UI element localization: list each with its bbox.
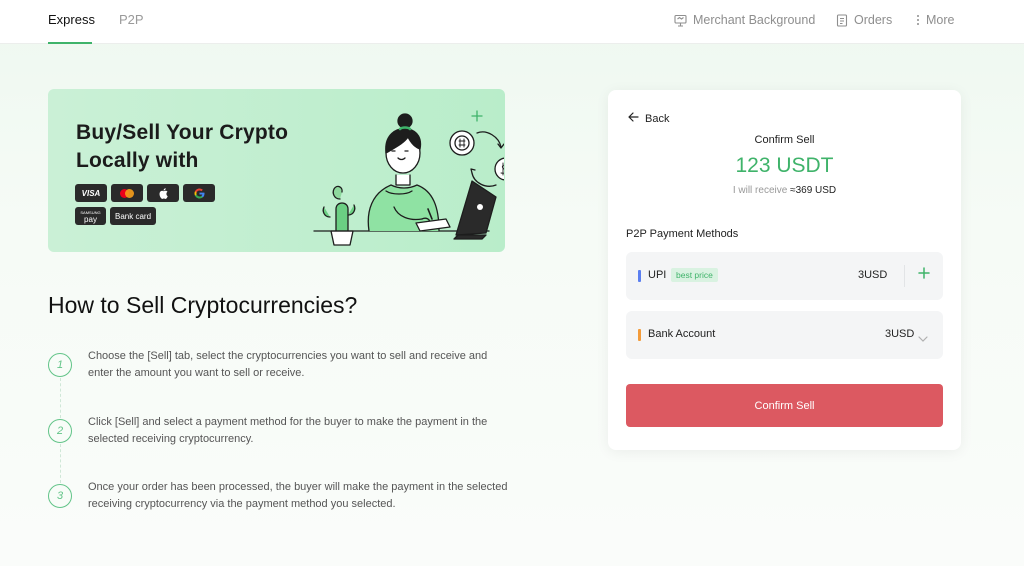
step-number: 1	[48, 353, 72, 377]
step-connector	[60, 444, 61, 483]
step-connector	[60, 378, 61, 418]
method-price: 3USD	[858, 269, 888, 281]
back-label: Back	[645, 112, 670, 125]
mastercard-icon	[111, 184, 143, 202]
sell-amount: 123 USDT	[735, 154, 834, 177]
method-price: 3USD	[885, 328, 915, 340]
merchant-background-link[interactable]: Merchant Background	[674, 0, 815, 40]
receive-prefix: I will receive	[732, 185, 788, 196]
back-button[interactable]: Back	[628, 112, 669, 125]
orders-label: Orders	[854, 13, 893, 27]
apple-icon	[147, 184, 179, 202]
best-price-badge: best price	[671, 268, 718, 282]
plus-icon	[918, 266, 930, 283]
promo-banner: Buy/Sell Your Crypto Locally with VISA S…	[48, 89, 505, 252]
orders-link[interactable]: Orders	[836, 0, 892, 40]
tab-express[interactable]: Express	[48, 0, 95, 44]
method-color-bar	[638, 270, 641, 282]
payment-method-bank-account[interactable]: Bank Account 3USD	[626, 311, 943, 359]
person-with-laptop-illustration	[313, 110, 504, 246]
howto-title: How to Sell Cryptocurrencies?	[48, 292, 358, 318]
vertical-dots-icon	[916, 14, 920, 26]
method-name: Bank Account	[648, 328, 716, 340]
bank-card-badge: Bank card	[110, 207, 157, 225]
divider	[904, 265, 905, 287]
confirm-sell-heading: Confirm Sell	[754, 134, 815, 146]
arrow-left-icon	[628, 112, 639, 125]
visa-badge: VISA	[75, 184, 107, 202]
top-nav: Express P2P Merchant Background Orders M…	[0, 0, 1024, 44]
google-icon	[183, 184, 215, 202]
step-number: 2	[48, 419, 72, 443]
step-text: Once your order has been processed, the …	[88, 481, 508, 510]
merchant-background-label: Merchant Background	[693, 13, 816, 27]
more-label: More	[926, 13, 955, 27]
payment-method-upi[interactable]: UPI best price 3USD	[626, 252, 943, 300]
payment-badges: VISA SAMSUNG pay Bank card	[75, 184, 245, 230]
document-icon	[836, 13, 848, 27]
payment-methods-label: P2P Payment Methods	[626, 228, 739, 240]
add-method-button[interactable]	[918, 266, 930, 284]
receive-estimate: I will receive ≈369 USD	[608, 185, 961, 196]
method-name: UPI	[648, 269, 667, 281]
confirm-sell-button[interactable]: Confirm Sell	[626, 384, 943, 427]
confirm-sell-card: Back Confirm Sell 123 USDT I will receiv…	[608, 90, 961, 450]
chevron-down-icon[interactable]	[918, 329, 928, 347]
tab-p2p[interactable]: P2P	[119, 0, 144, 44]
step-number: 3	[48, 484, 72, 508]
method-color-bar	[638, 329, 641, 341]
more-menu[interactable]: More	[916, 0, 954, 40]
monitor-icon	[674, 14, 687, 27]
step-text: Choose the [Sell] tab, select the crypto…	[88, 350, 488, 379]
step-text: Click [Sell] and select a payment method…	[88, 416, 488, 445]
samsung-pay-badge: SAMSUNG pay	[75, 207, 106, 225]
receive-value: ≈369 USD	[790, 185, 837, 196]
